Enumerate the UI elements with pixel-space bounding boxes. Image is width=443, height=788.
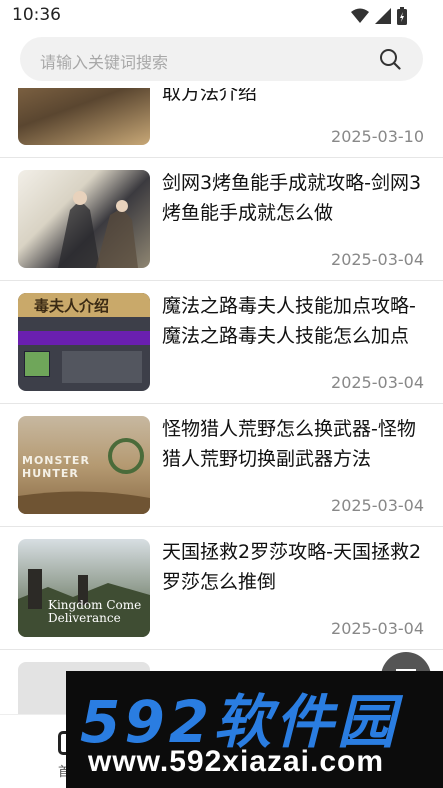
battery-icon [397, 7, 407, 25]
article-title[interactable]: 怪物猎人荒野怎么换武器-怪物猎人荒野切换副武器方法 [162, 414, 424, 474]
jx3-poster-thumbnail [18, 170, 150, 268]
list-item[interactable]: MONSTER HUNTER 怪物猎人荒野怎么换武器-怪物猎人荒野切换副武器方法… [0, 404, 443, 527]
thumb-caption: 毒夫人介绍 [34, 297, 110, 315]
list-item[interactable]: 毒夫人介绍 魔法之路毒夫人技能加点攻略-魔法之路毒夫人技能怎么加点 2025-0… [0, 281, 443, 404]
signal-icon [375, 8, 391, 24]
search-bar[interactable]: 请输入关键词搜索 [20, 37, 423, 81]
thumb-caption: MONSTER HUNTER [22, 454, 90, 480]
thumb-caption: Kingdom Come Deliverance [48, 598, 142, 625]
list-item[interactable]: Kingdom Come Deliverance 天国拯救2罗莎攻略-天国拯救2… [0, 527, 443, 650]
article-date: 2025-03-04 [331, 496, 424, 515]
skill-guide-thumbnail: 毒夫人介绍 [18, 293, 150, 391]
article-date: 2025-03-04 [331, 373, 424, 392]
article-title[interactable]: 剑网3烤鱼能手成就攻略-剑网3烤鱼能手成就怎么做 [162, 168, 424, 228]
status-bar: 10:36 [0, 0, 443, 32]
article-title[interactable]: 天国拯救2罗莎攻略-天国拯救2罗莎怎么推倒 [162, 537, 424, 597]
wifi-icon [351, 8, 369, 23]
monster-hunter-thumbnail: MONSTER HUNTER [18, 416, 150, 514]
status-time: 10:36 [12, 5, 61, 25]
article-date: 2025-03-10 [331, 127, 424, 146]
status-icons [351, 7, 407, 25]
list-item[interactable]: 取方法介绍 2025-03-10 [0, 88, 443, 158]
article-date: 2025-03-04 [331, 619, 424, 638]
game-art-thumbnail [18, 88, 150, 145]
article-date: 2025-03-04 [331, 250, 424, 269]
search-placeholder[interactable]: 请输入关键词搜索 [40, 49, 168, 73]
search-icon[interactable] [379, 48, 401, 70]
watermark: 592软件园 www.592xiazai.com [66, 671, 443, 788]
article-title[interactable]: 魔法之路毒夫人技能加点攻略-魔法之路毒夫人技能怎么加点 [162, 291, 424, 351]
kingdom-come-thumbnail: Kingdom Come Deliverance [18, 539, 150, 637]
watermark-url: www.592xiazai.com [88, 745, 385, 778]
list-item[interactable]: 剑网3烤鱼能手成就攻略-剑网3烤鱼能手成就怎么做 2025-03-04 [0, 158, 443, 281]
article-title[interactable]: 取方法介绍 [162, 88, 424, 108]
